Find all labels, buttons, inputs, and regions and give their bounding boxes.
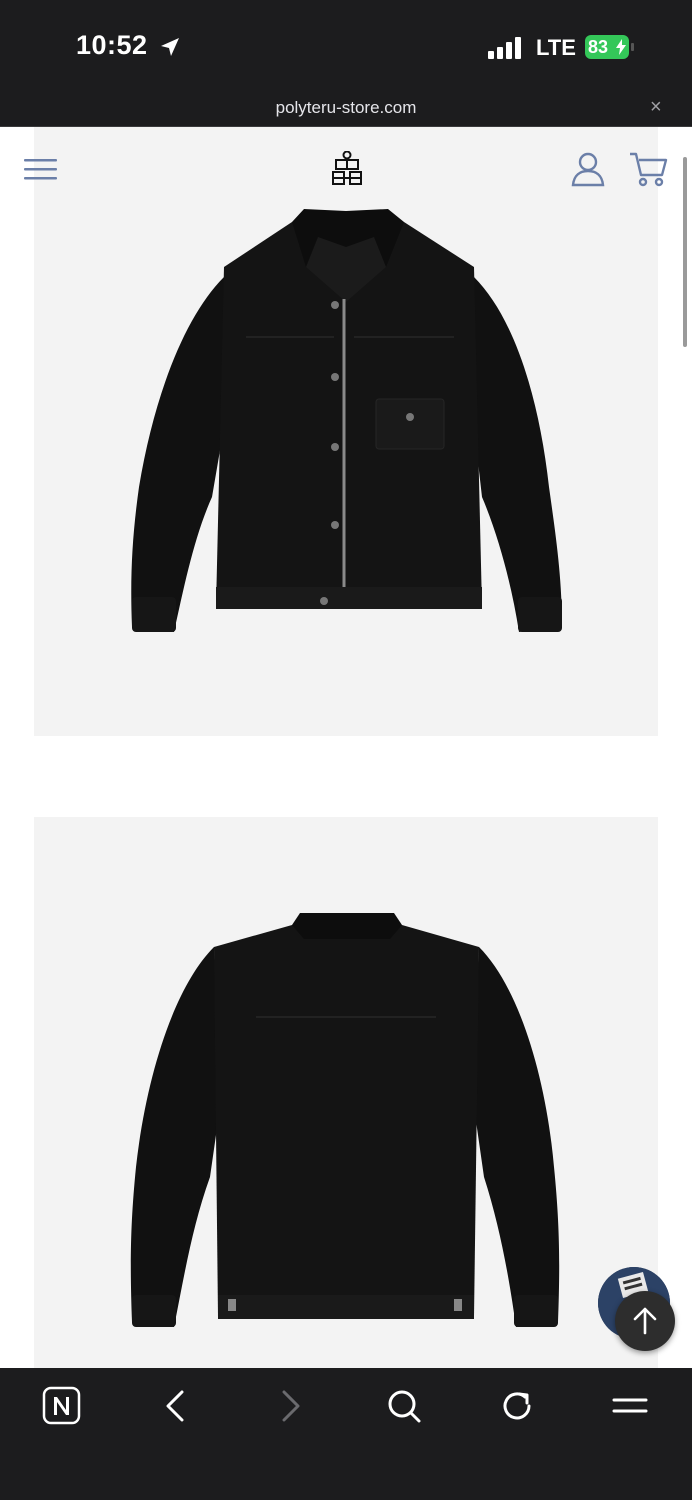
naver-n-icon[interactable] [42,1386,82,1426]
search-icon[interactable] [384,1386,424,1426]
bolt-icon [616,39,626,55]
close-icon[interactable]: × [650,96,662,119]
back-arrow-icon[interactable] [160,1386,190,1426]
status-bar: 10:52 LTE 83 [0,0,692,90]
menu-lines-icon[interactable] [610,1386,650,1426]
signal-bars-icon [488,37,521,59]
url-text[interactable]: polyteru-store.com [0,98,692,118]
forward-arrow-icon[interactable] [276,1386,306,1426]
hamburger-menu-icon[interactable] [24,157,58,183]
site-header [0,127,692,207]
location-arrow-icon [161,38,179,56]
battery-tip [631,43,634,51]
browser-url-bar[interactable]: polyteru-store.com × [0,90,692,127]
user-icon[interactable] [570,151,606,187]
jacket-front-illustration [131,209,562,632]
battery-indicator: 83 [585,35,629,59]
status-time: 10:52 [76,30,148,60]
web-page [0,127,692,1368]
product-image-back[interactable] [34,817,658,1368]
brand-logo[interactable] [330,151,364,187]
network-type: LTE [536,35,576,60]
battery-level: 83 [588,37,609,57]
cart-icon[interactable] [628,151,668,189]
reload-icon[interactable] [497,1386,537,1426]
arrow-up-icon [633,1307,657,1335]
jacket-back-illustration [130,913,560,1327]
product-image-front[interactable] [34,127,658,736]
scroll-to-top-button[interactable] [615,1291,675,1351]
browser-toolbar [0,1368,692,1500]
